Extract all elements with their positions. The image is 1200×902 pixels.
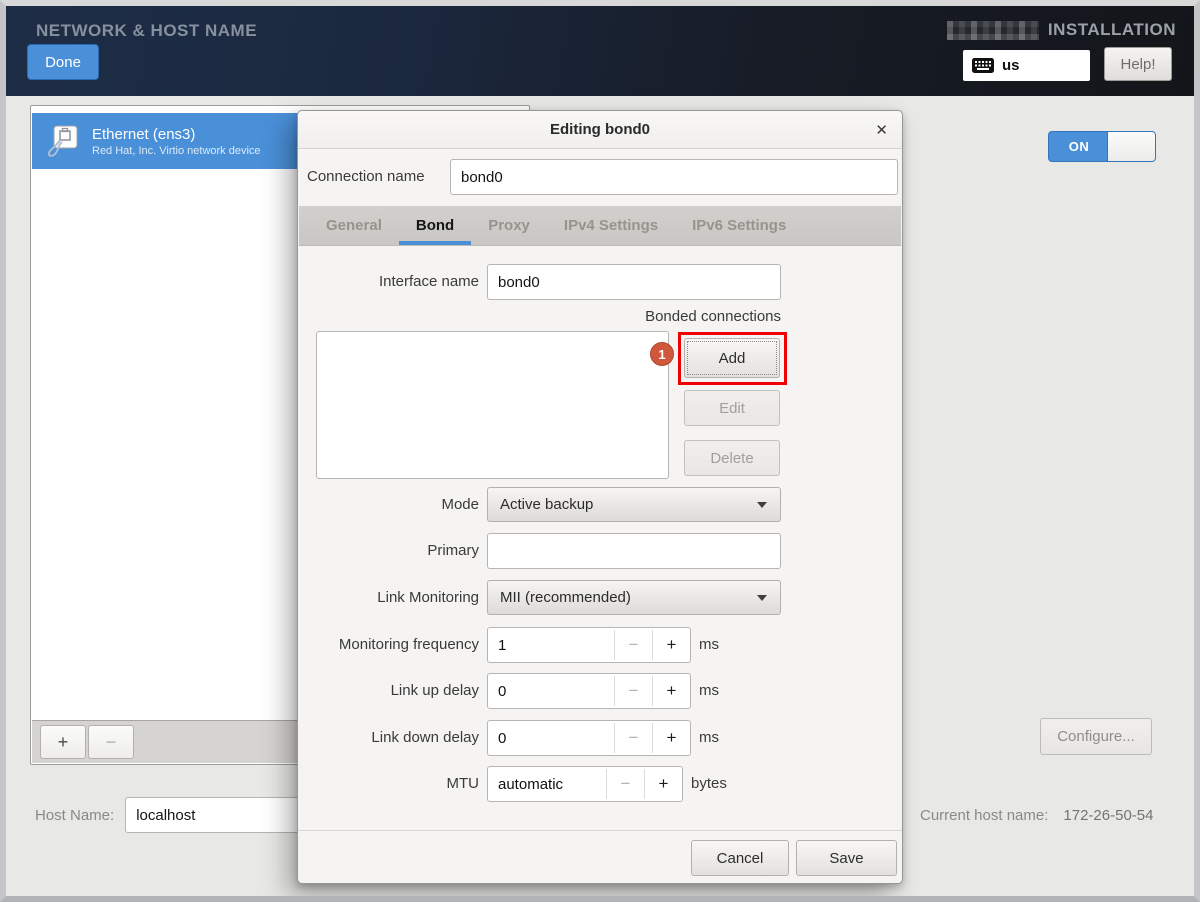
link-up-delay-unit: ms <box>699 673 719 709</box>
tab-proxy[interactable]: Proxy <box>471 206 547 245</box>
device-text: Ethernet (ens3) Red Hat, Inc. Virtio net… <box>92 126 261 157</box>
increment-button[interactable]: + <box>645 767 682 801</box>
increment-button[interactable]: + <box>653 721 690 755</box>
page-title: NETWORK & HOST NAME <box>36 21 257 41</box>
header-bar: NETWORK & HOST NAME Done INSTALLATION us… <box>6 6 1194 96</box>
redacted-product-name <box>947 21 1039 40</box>
edit-bonded-connection-button[interactable]: Edit <box>684 390 780 426</box>
cancel-button[interactable]: Cancel <box>691 840 789 876</box>
configure-button[interactable]: Configure... <box>1040 718 1152 755</box>
tab-ipv6-settings[interactable]: IPv6 Settings <box>675 206 803 245</box>
bonded-connections-label: Bonded connections <box>487 308 781 325</box>
switch-handle[interactable] <box>1107 132 1155 161</box>
link-monitoring-dropdown[interactable]: MII (recommended) <box>487 580 781 615</box>
keyboard-layout-indicator[interactable]: us <box>963 50 1090 81</box>
monitoring-frequency-input[interactable] <box>488 628 614 662</box>
link-monitoring-label: Link Monitoring <box>308 580 479 615</box>
hostname-label: Host Name: <box>35 807 114 824</box>
mode-dropdown[interactable]: Active backup <box>487 487 781 522</box>
current-hostname-row: Current host name: 172-26-50-54 <box>920 797 1153 833</box>
link-down-delay-spinner: − + <box>487 720 691 756</box>
keyboard-layout-value: us <box>1002 57 1020 74</box>
decrement-button[interactable]: − <box>615 628 652 662</box>
primary-label: Primary <box>308 533 479 569</box>
current-hostname-value: 172-26-50-54 <box>1063 807 1153 824</box>
decrement-button[interactable]: − <box>615 721 652 755</box>
installation-title: INSTALLATION <box>947 20 1176 40</box>
installation-label: INSTALLATION <box>1048 20 1176 40</box>
mtu-label: MTU <box>308 766 479 802</box>
link-down-delay-unit: ms <box>699 720 719 756</box>
delete-bonded-connection-button[interactable]: Delete <box>684 440 780 476</box>
hostname-input[interactable] <box>125 797 325 833</box>
chevron-down-icon <box>757 502 767 508</box>
link-down-delay-label: Link down delay <box>308 720 479 756</box>
connection-name-input[interactable] <box>450 159 898 195</box>
device-name: Ethernet (ens3) <box>92 126 261 143</box>
link-up-delay-label: Link up delay <box>308 673 479 709</box>
interface-name-input[interactable] <box>487 264 781 300</box>
keyboard-icon <box>972 58 994 73</box>
dialog-titlebar: Editing bond0 ✕ <box>298 111 902 149</box>
mtu-spinner: − + <box>487 766 683 802</box>
tab-ipv4-settings[interactable]: IPv4 Settings <box>547 206 675 245</box>
help-button[interactable]: Help! <box>1104 47 1172 81</box>
device-description: Red Hat, Inc. Virtio network device <box>92 145 261 157</box>
edit-bond-dialog: Editing bond0 ✕ Connection name General … <box>297 110 903 884</box>
dialog-tabs: General Bond Proxy IPv4 Settings IPv6 Se… <box>299 206 901 246</box>
primary-input[interactable] <box>487 533 781 569</box>
add-bonded-connection-button[interactable]: Add <box>684 338 780 378</box>
hostname-row: Host Name: <box>35 797 325 833</box>
add-device-button[interactable]: + <box>40 725 86 759</box>
link-down-delay-input[interactable] <box>488 721 614 755</box>
installer-screen: NETWORK & HOST NAME Done INSTALLATION us… <box>0 0 1200 902</box>
increment-button[interactable]: + <box>653 674 690 708</box>
link-monitoring-value: MII (recommended) <box>500 589 631 606</box>
step-1-badge: 1 <box>650 342 674 366</box>
mode-value: Active backup <box>500 496 593 513</box>
dialog-title: Editing bond0 <box>550 121 650 138</box>
link-up-delay-input[interactable] <box>488 674 614 708</box>
current-hostname-label: Current host name: <box>920 807 1048 824</box>
interface-name-label: Interface name <box>308 264 479 300</box>
remove-device-button[interactable]: − <box>88 725 134 759</box>
decrement-button[interactable]: − <box>607 767 644 801</box>
switch-on-label: ON <box>1049 132 1109 161</box>
link-up-delay-spinner: − + <box>487 673 691 709</box>
ethernet-icon <box>46 123 82 159</box>
network-on-off-switch[interactable]: ON <box>1048 131 1156 162</box>
mtu-unit: bytes <box>691 766 727 802</box>
decrement-button[interactable]: − <box>615 674 652 708</box>
tab-bond[interactable]: Bond <box>399 206 471 245</box>
increment-button[interactable]: + <box>653 628 690 662</box>
monitoring-frequency-unit: ms <box>699 627 719 663</box>
mode-label: Mode <box>308 487 479 522</box>
done-button[interactable]: Done <box>27 44 99 80</box>
tab-general[interactable]: General <box>309 206 399 245</box>
monitoring-frequency-label: Monitoring frequency <box>308 627 479 663</box>
bonded-connections-list[interactable] <box>316 331 669 479</box>
dialog-footer-divider <box>298 830 902 831</box>
save-button[interactable]: Save <box>796 840 897 876</box>
connection-name-label: Connection name <box>307 159 425 195</box>
close-icon[interactable]: ✕ <box>875 111 888 149</box>
mtu-input[interactable] <box>488 767 606 801</box>
monitoring-frequency-spinner: − + <box>487 627 691 663</box>
chevron-down-icon <box>757 595 767 601</box>
